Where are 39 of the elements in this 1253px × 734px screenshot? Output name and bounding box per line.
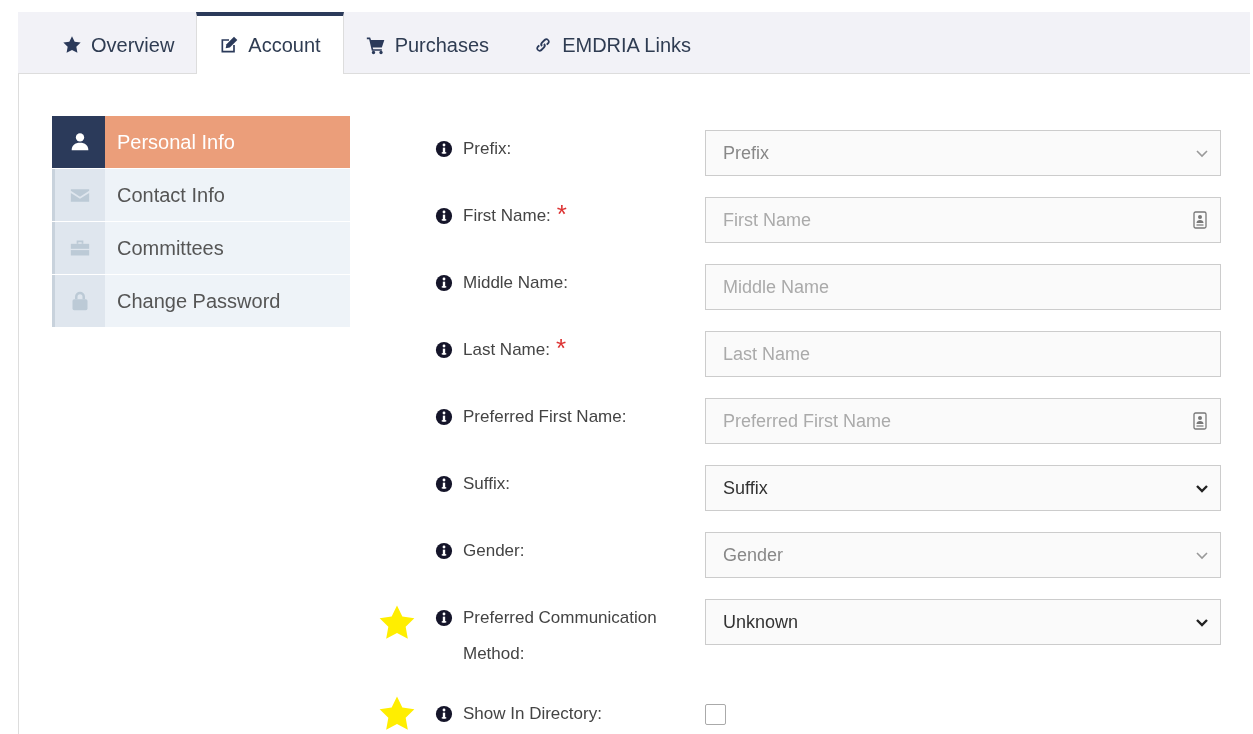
tab[interactable]: Purchases xyxy=(343,12,512,73)
input-field[interactable]: Preferred First Name xyxy=(705,398,1221,444)
user-icon xyxy=(70,132,90,152)
info-icon xyxy=(435,140,453,158)
info-icon xyxy=(435,341,453,359)
info-icon xyxy=(435,705,453,723)
sidebar-item[interactable]: Change Password xyxy=(52,275,350,327)
select-field[interactable]: Unknown xyxy=(705,599,1221,645)
input-field[interactable]: First Name xyxy=(705,197,1221,243)
sidebar-item[interactable]: Contact Info xyxy=(52,169,350,221)
required-asterisk: * xyxy=(555,338,567,358)
info-icon xyxy=(435,475,453,493)
required-asterisk: * xyxy=(556,204,567,224)
input-field[interactable]: Last Name xyxy=(705,331,1221,377)
info-icon xyxy=(435,207,453,225)
tab[interactable]: Account xyxy=(196,12,344,74)
field-label: Show In Directory: xyxy=(463,703,602,725)
info-icon xyxy=(435,609,453,627)
star-icon xyxy=(62,34,82,55)
select-field[interactable]: Suffix xyxy=(705,465,1221,511)
field-label: Preferred First Name: xyxy=(463,406,627,428)
field-label: Preferred Communication Method: xyxy=(463,607,658,665)
field-label: Middle Name: xyxy=(463,272,568,294)
tab[interactable]: Overview xyxy=(40,12,197,73)
field-label: Last Name: xyxy=(463,339,550,361)
field-label: Gender: xyxy=(463,540,525,562)
input-field[interactable]: Middle Name xyxy=(705,264,1221,310)
info-icon xyxy=(435,408,453,426)
checkbox[interactable] xyxy=(705,704,726,725)
field-label: Prefix: xyxy=(463,138,512,160)
field-label: First Name: xyxy=(463,205,551,227)
field-label: Suffix: xyxy=(463,473,510,495)
sidebar-item[interactable]: Committees xyxy=(52,222,350,274)
info-icon xyxy=(435,274,453,292)
briefcase-icon xyxy=(70,238,90,258)
edit-icon xyxy=(219,35,240,55)
lock-icon xyxy=(70,291,90,311)
info-icon xyxy=(435,542,453,560)
tab[interactable]: EMDRIA Links xyxy=(511,12,714,73)
